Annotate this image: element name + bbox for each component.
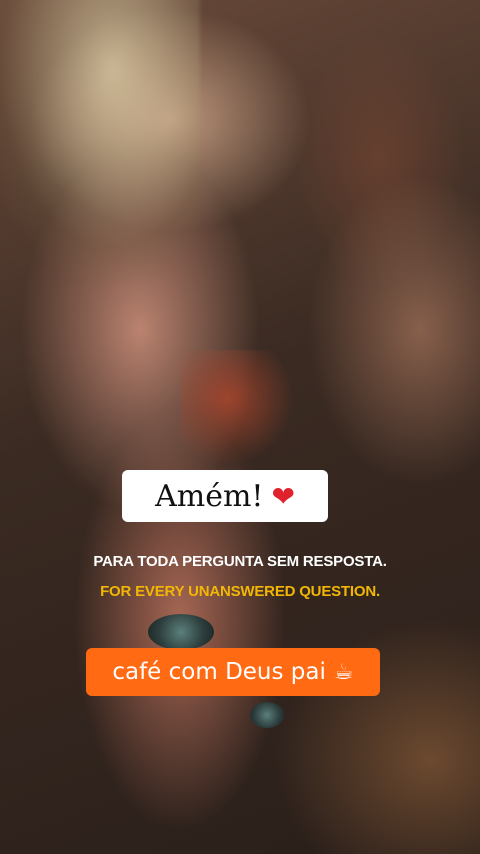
subtitle-portuguese: PARA TODA PERGUNTA SEM RESPOSTA.	[93, 553, 387, 570]
ring-decoration	[148, 614, 214, 650]
caption-box: Amém! ❤	[122, 470, 328, 522]
heart-icon: ❤	[271, 479, 295, 513]
subtitle-english: FOR EVERY UNANSWERED QUESTION.	[100, 583, 380, 600]
channel-name: café com Deus pai	[112, 659, 326, 685]
coffee-cup-icon: ☕	[333, 659, 354, 685]
photo-hands-highlight	[180, 350, 300, 470]
video-frame[interactable]: Amém! ❤ PARA TODA PERGUNTA SEM RESPOSTA.…	[0, 0, 480, 854]
photo-hair-highlight	[0, 0, 200, 280]
ring-decoration	[250, 702, 284, 728]
channel-tag: café com Deus pai ☕	[86, 648, 380, 696]
caption-text: Amém!	[155, 478, 264, 514]
